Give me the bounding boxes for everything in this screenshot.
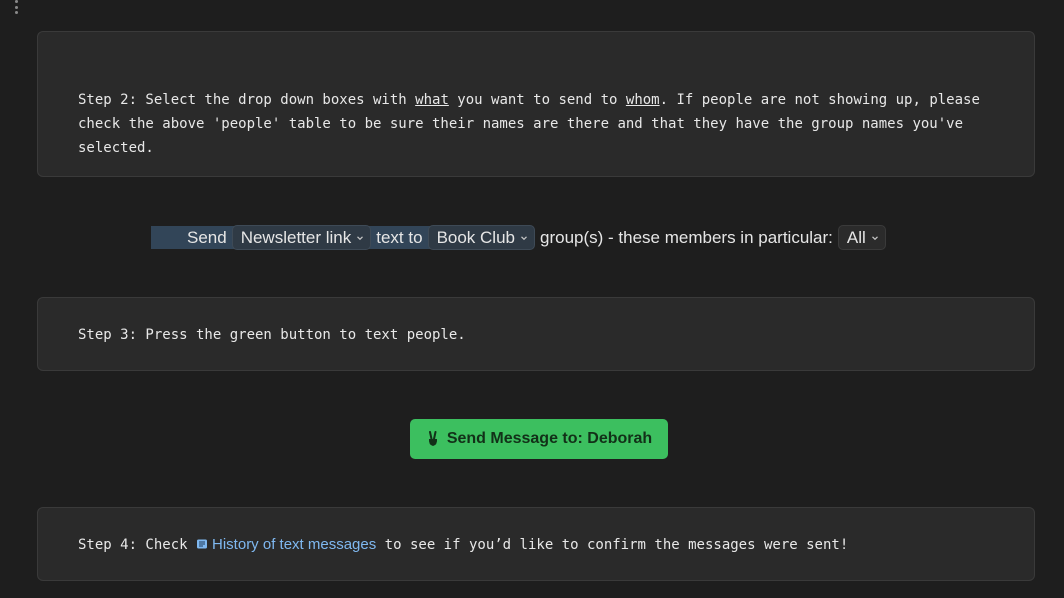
step4-prefix: Step 4: Check [78,537,197,553]
send-message-button[interactable]: Send Message to: Deborah [410,419,668,459]
step3-callout: Step 3: Press the green button to text p… [37,297,1035,371]
message-type-value: Newsletter link [240,227,352,247]
step3-text: Step 3: Press the green button to text p… [78,327,466,343]
chevron-down-icon [871,235,878,240]
step2-mid: you want to send to [448,92,626,108]
members-dropdown[interactable]: All [837,225,886,250]
step2-text: Step 2: Select the drop down boxes with … [78,88,994,160]
step4-callout: Step 4: Check History of text messages t… [37,507,1035,581]
send-label: Send [187,227,227,247]
step2-prefix: Step 2: Select the drop down boxes with [78,92,416,108]
message-type-dropdown[interactable]: Newsletter link [231,225,372,250]
members-value: All [846,227,866,247]
step2-callout: Step 2: Select the drop down boxes with … [37,31,1035,177]
text-to-label: text to [376,227,423,247]
group-dropdown[interactable]: Book Club [427,225,535,250]
send-button-label: Send Message to: Deborah [446,430,653,447]
history-link-label: History of text messages [212,536,377,553]
step2-whom: whom [625,92,660,108]
scroll-icon [197,539,208,549]
history-link[interactable]: History of text messages [196,536,376,553]
victory-hand-icon [428,431,437,446]
step2-what: what [415,92,449,108]
step4-suffix: to see if you’d like to confirm the mess… [376,537,849,553]
group-value: Book Club [436,227,515,247]
chevron-down-icon [521,235,527,240]
more-options-icon[interactable] [12,0,20,14]
send-sentence: Send Newsletter link text to Book Club g… [151,224,886,251]
chevron-down-icon [357,235,364,240]
groups-label: group(s) - these members in particular: [540,227,833,247]
